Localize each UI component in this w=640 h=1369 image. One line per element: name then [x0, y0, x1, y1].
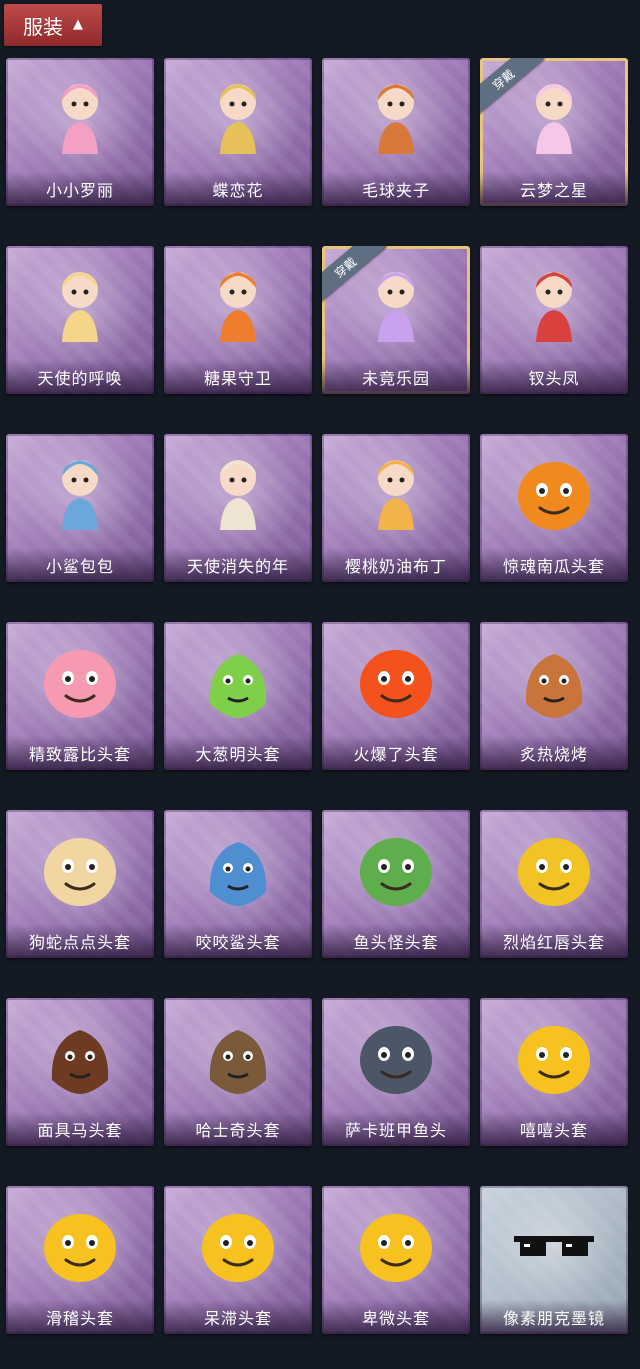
costume-name: 精致露比头套: [6, 736, 154, 770]
costume-card[interactable]: 天使的呼唤: [6, 246, 154, 394]
pudding-icon: [378, 460, 414, 530]
angel-doll-icon: [62, 272, 98, 342]
costume-section-toggle[interactable]: 服装 ▲: [4, 4, 102, 46]
pumpkin-head-icon: [518, 462, 590, 530]
costume-name: 钗头凤: [480, 360, 628, 394]
bunny-girl-icon: [378, 272, 414, 342]
pumpkin-scarecrow-icon: [220, 272, 256, 342]
snake-face-icon: [44, 838, 116, 906]
costume-name: 滑稽头套: [6, 1300, 154, 1334]
pikachu-mask-icon: [518, 838, 590, 906]
pink-beaver-icon: [44, 650, 116, 718]
raccoon-drummer-icon: [378, 84, 414, 154]
costume-grid: 小小罗丽 蝶恋花 毛球夹子 穿戴 云梦之星天使的呼唤 糖果守卫 穿戴 未竟乐园 钗头凤小鲨包包天…: [6, 58, 628, 1334]
costume-card[interactable]: 穿戴 未竟乐园: [322, 246, 470, 394]
costume-name: 萨卡班甲鱼头: [322, 1112, 470, 1146]
costume-card[interactable]: 小鲨包包: [6, 434, 154, 582]
costume-card[interactable]: 鱼头怪头套: [322, 810, 470, 958]
costume-card[interactable]: 呆滞头套: [164, 1186, 312, 1334]
chevron-up-icon: ▲: [73, 16, 83, 32]
costume-name: 小小罗丽: [6, 172, 154, 206]
horse-mask-icon: [51, 1030, 109, 1094]
costume-card[interactable]: 哈士奇头套: [164, 998, 312, 1146]
costume-card[interactable]: 天使消失的年: [164, 434, 312, 582]
costume-card[interactable]: 小小罗丽: [6, 58, 154, 206]
fish-mask-icon: [360, 838, 432, 906]
costume-name: 樱桃奶油布丁: [322, 548, 470, 582]
section-title: 服装: [23, 14, 63, 39]
costume-card[interactable]: 像素朋克墨镜: [480, 1186, 628, 1334]
costume-name: 嘻嘻头套: [480, 1112, 628, 1146]
girl-doll-icon: [62, 84, 98, 154]
costume-name: 咬咬鲨头套: [164, 924, 312, 958]
costume-card[interactable]: 惊魂南瓜头套: [480, 434, 628, 582]
grin-emoji-icon: [518, 1026, 590, 1094]
fire-face-icon: [360, 650, 432, 718]
costume-name: 糖果守卫: [164, 360, 312, 394]
costume-card[interactable]: 嘻嘻头套: [480, 998, 628, 1146]
costume-name: 未竟乐园: [322, 360, 470, 394]
costume-name: 惊魂南瓜头套: [480, 548, 628, 582]
costume-name: 像素朋克墨镜: [480, 1300, 628, 1334]
costume-name: 毛球夹子: [322, 172, 470, 206]
costume-name: 天使的呼唤: [6, 360, 154, 394]
costume-card[interactable]: 面具马头套: [6, 998, 154, 1146]
costume-name: 烈焰红唇头套: [480, 924, 628, 958]
costume-name: 呆滞头套: [164, 1300, 312, 1334]
costume-name: 哈士奇头套: [164, 1112, 312, 1146]
opera-doll-icon: [536, 272, 572, 342]
costume-card[interactable]: 炙热烧烤: [480, 622, 628, 770]
costume-card[interactable]: 樱桃奶油布丁: [322, 434, 470, 582]
costume-card[interactable]: 毛球夹子: [322, 58, 470, 206]
veiled-girl-icon: [220, 460, 256, 530]
husky-mask-icon: [209, 1030, 267, 1094]
costume-card[interactable]: 穿戴 云梦之星: [480, 58, 628, 206]
costume-name: 鱼头怪头套: [322, 924, 470, 958]
costume-card[interactable]: 火爆了头套: [322, 622, 470, 770]
humble-emoji-icon: [360, 1214, 432, 1282]
costume-card[interactable]: 咬咬鲨头套: [164, 810, 312, 958]
shark-bag-icon: [62, 460, 98, 530]
costume-name: 蝶恋花: [164, 172, 312, 206]
costume-card[interactable]: 糖果守卫: [164, 246, 312, 394]
costume-card[interactable]: 精致露比头套: [6, 622, 154, 770]
green-onion-icon: [209, 654, 267, 718]
smirk-emoji-icon: [44, 1214, 116, 1282]
shark-head-icon: [209, 842, 267, 906]
costume-card[interactable]: 大葱明头套: [164, 622, 312, 770]
costume-name: 狗蛇点点头套: [6, 924, 154, 958]
costume-card[interactable]: 卑微头套: [322, 1186, 470, 1334]
costume-name: 云梦之星: [480, 172, 628, 206]
costume-name: 火爆了头套: [322, 736, 470, 770]
costume-name: 天使消失的年: [164, 548, 312, 582]
costume-card[interactable]: 滑稽头套: [6, 1186, 154, 1334]
costume-name: 面具马头套: [6, 1112, 154, 1146]
bell-ornament-icon: [220, 84, 256, 154]
costume-card[interactable]: 烈焰红唇头套: [480, 810, 628, 958]
costume-card[interactable]: 蝶恋花: [164, 58, 312, 206]
costume-name: 大葱明头套: [164, 736, 312, 770]
meat-face-icon: [525, 654, 583, 718]
costume-card[interactable]: 狗蛇点点头套: [6, 810, 154, 958]
pixel-sunglasses-icon: [514, 1236, 594, 1256]
fish-head-icon: [360, 1026, 432, 1094]
unicorn-icon: [536, 84, 572, 154]
costume-card[interactable]: 钗头凤: [480, 246, 628, 394]
costume-name: 卑微头套: [322, 1300, 470, 1334]
costume-name: 小鲨包包: [6, 548, 154, 582]
costume-card[interactable]: 萨卡班甲鱼头: [322, 998, 470, 1146]
costume-name: 炙热烧烤: [480, 736, 628, 770]
stare-emoji-icon: [202, 1214, 274, 1282]
